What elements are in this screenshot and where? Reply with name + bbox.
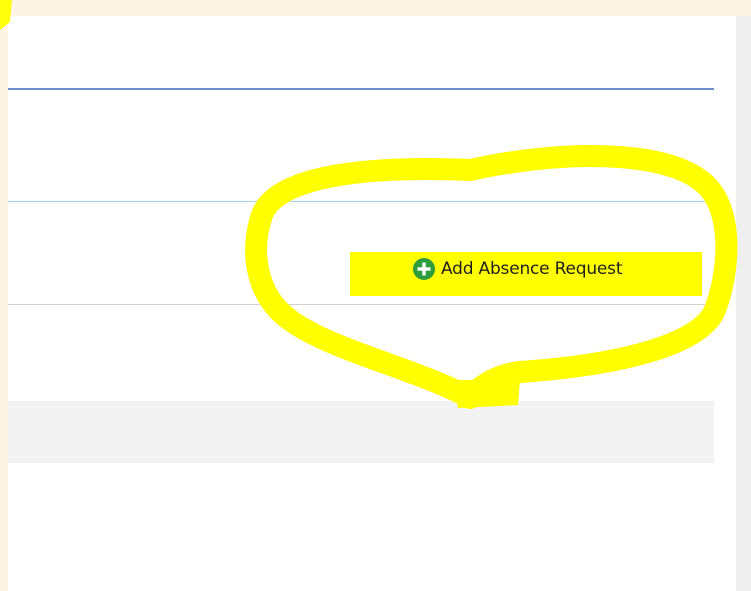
add-absence-request-label: Add Absence Request (441, 259, 623, 279)
scrollbar-track[interactable] (736, 16, 751, 591)
screenshot-stage: Add Absence Request (0, 0, 751, 591)
section-divider-secondary (8, 201, 714, 202)
section-divider-primary (8, 88, 714, 90)
add-absence-request-button[interactable]: Add Absence Request (412, 255, 622, 283)
content-panel (8, 16, 736, 591)
plus-circle-icon (413, 258, 435, 280)
section-divider-tertiary (8, 304, 714, 305)
table-header-band (8, 401, 714, 463)
